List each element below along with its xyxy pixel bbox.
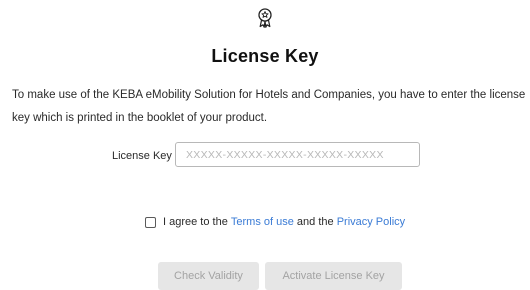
activate-license-key-button[interactable]: Activate License Key — [265, 262, 402, 290]
privacy-policy-link[interactable]: Privacy Policy — [337, 216, 405, 228]
terms-of-use-link[interactable]: Terms of use — [231, 216, 294, 228]
license-key-input[interactable] — [175, 142, 420, 167]
license-key-label: License Key — [112, 150, 172, 162]
agree-middle: and the — [296, 216, 334, 228]
check-validity-button[interactable]: Check Validity — [158, 262, 259, 290]
page-title: License Key — [211, 46, 319, 66]
award-badge-icon — [258, 8, 272, 28]
agree-checkbox[interactable] — [145, 216, 156, 228]
intro-text: To make use of the KEBA eMobility Soluti… — [12, 89, 526, 124]
agree-prefix: I agree to the — [163, 216, 228, 228]
agreement-row: I agree to the Terms of use and the Priv… — [145, 214, 405, 230]
